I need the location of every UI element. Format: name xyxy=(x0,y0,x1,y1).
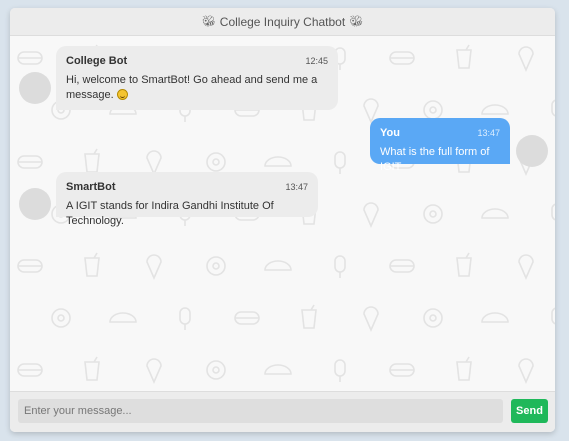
chat-window: 🐝︎ College Inquiry Chatbot 🐝︎ College Bo… xyxy=(10,8,555,432)
message-bubble: College Bot 12:45 Hi, welcome to SmartBo… xyxy=(56,46,338,110)
food-pattern-icon xyxy=(84,252,100,277)
food-pattern-icon xyxy=(456,44,472,69)
food-pattern-icon xyxy=(518,254,534,280)
food-pattern-icon xyxy=(456,252,472,277)
chat-header: 🐝︎ College Inquiry Chatbot 🐝︎ xyxy=(10,8,555,36)
food-pattern-icon xyxy=(518,358,534,384)
food-pattern-icon xyxy=(301,304,317,329)
message-time: 13:47 xyxy=(285,182,308,192)
food-pattern-icon xyxy=(518,46,534,72)
food-pattern-icon xyxy=(264,156,292,167)
food-pattern-icon xyxy=(423,308,443,328)
bot-avatar xyxy=(19,72,51,104)
food-pattern-icon xyxy=(109,312,137,323)
food-pattern-icon xyxy=(334,359,346,382)
sender-name: College Bot xyxy=(66,55,128,67)
food-pattern-icon xyxy=(206,256,226,276)
food-pattern-icon xyxy=(481,312,509,323)
food-pattern-icon xyxy=(179,307,191,330)
food-pattern-icon xyxy=(389,259,415,273)
food-pattern-icon xyxy=(17,259,43,273)
message-text: What is the full form of IGIT xyxy=(380,146,490,173)
food-pattern-icon xyxy=(206,360,226,380)
food-pattern-icon xyxy=(389,51,415,65)
food-pattern-icon xyxy=(84,148,100,173)
chat-title: College Inquiry Chatbot xyxy=(219,14,346,29)
food-pattern-icon xyxy=(146,358,162,384)
food-pattern-icon xyxy=(334,255,346,278)
food-pattern-icon xyxy=(84,356,100,381)
message-time: 12:45 xyxy=(305,56,328,66)
food-pattern-icon xyxy=(423,100,443,120)
food-pattern-icon xyxy=(17,363,43,377)
bot-avatar xyxy=(19,188,51,220)
sender-name: SmartBot xyxy=(66,181,116,193)
food-pattern-icon xyxy=(264,364,292,375)
message-input[interactable] xyxy=(18,399,503,423)
send-button[interactable]: Send xyxy=(511,399,548,423)
food-pattern-icon xyxy=(423,204,443,224)
message-text: Hi, welcome to SmartBot! Go ahead and se… xyxy=(66,74,318,101)
smile-emoji-icon xyxy=(116,89,128,100)
food-pattern-icon xyxy=(456,356,472,381)
message-bubble: SmartBot 13:47 A IGIT stands for Indira … xyxy=(56,172,318,227)
food-pattern-icon xyxy=(334,151,346,174)
food-pattern-icon xyxy=(551,307,555,325)
sender-name: You xyxy=(380,127,400,139)
message-text: A IGIT stands for Indira Gandhi Institut… xyxy=(66,200,274,227)
food-pattern-icon xyxy=(363,306,379,332)
food-pattern-icon xyxy=(551,203,555,221)
bug-icon: 🐝︎ xyxy=(349,16,364,28)
food-pattern-icon xyxy=(17,155,43,169)
food-pattern-icon xyxy=(146,254,162,280)
bug-icon: 🐝︎ xyxy=(201,16,216,28)
food-pattern-icon xyxy=(234,311,260,325)
food-pattern-icon xyxy=(17,51,43,65)
food-pattern-icon xyxy=(481,104,509,115)
composer-bar: Send xyxy=(10,391,555,432)
food-pattern-icon xyxy=(206,152,226,172)
food-pattern-icon xyxy=(51,308,71,328)
food-pattern-icon xyxy=(363,202,379,228)
message-bubble: You 13:47 What is the full form of IGIT xyxy=(370,118,510,173)
food-pattern-icon xyxy=(551,99,555,117)
message-time: 13:47 xyxy=(477,128,500,138)
food-pattern-icon xyxy=(389,363,415,377)
user-avatar xyxy=(516,135,548,167)
food-pattern-icon xyxy=(481,208,509,219)
message-list[interactable]: College Bot 12:45 Hi, welcome to SmartBo… xyxy=(10,36,555,391)
food-pattern-icon xyxy=(264,260,292,271)
food-pattern-icon xyxy=(146,150,162,176)
